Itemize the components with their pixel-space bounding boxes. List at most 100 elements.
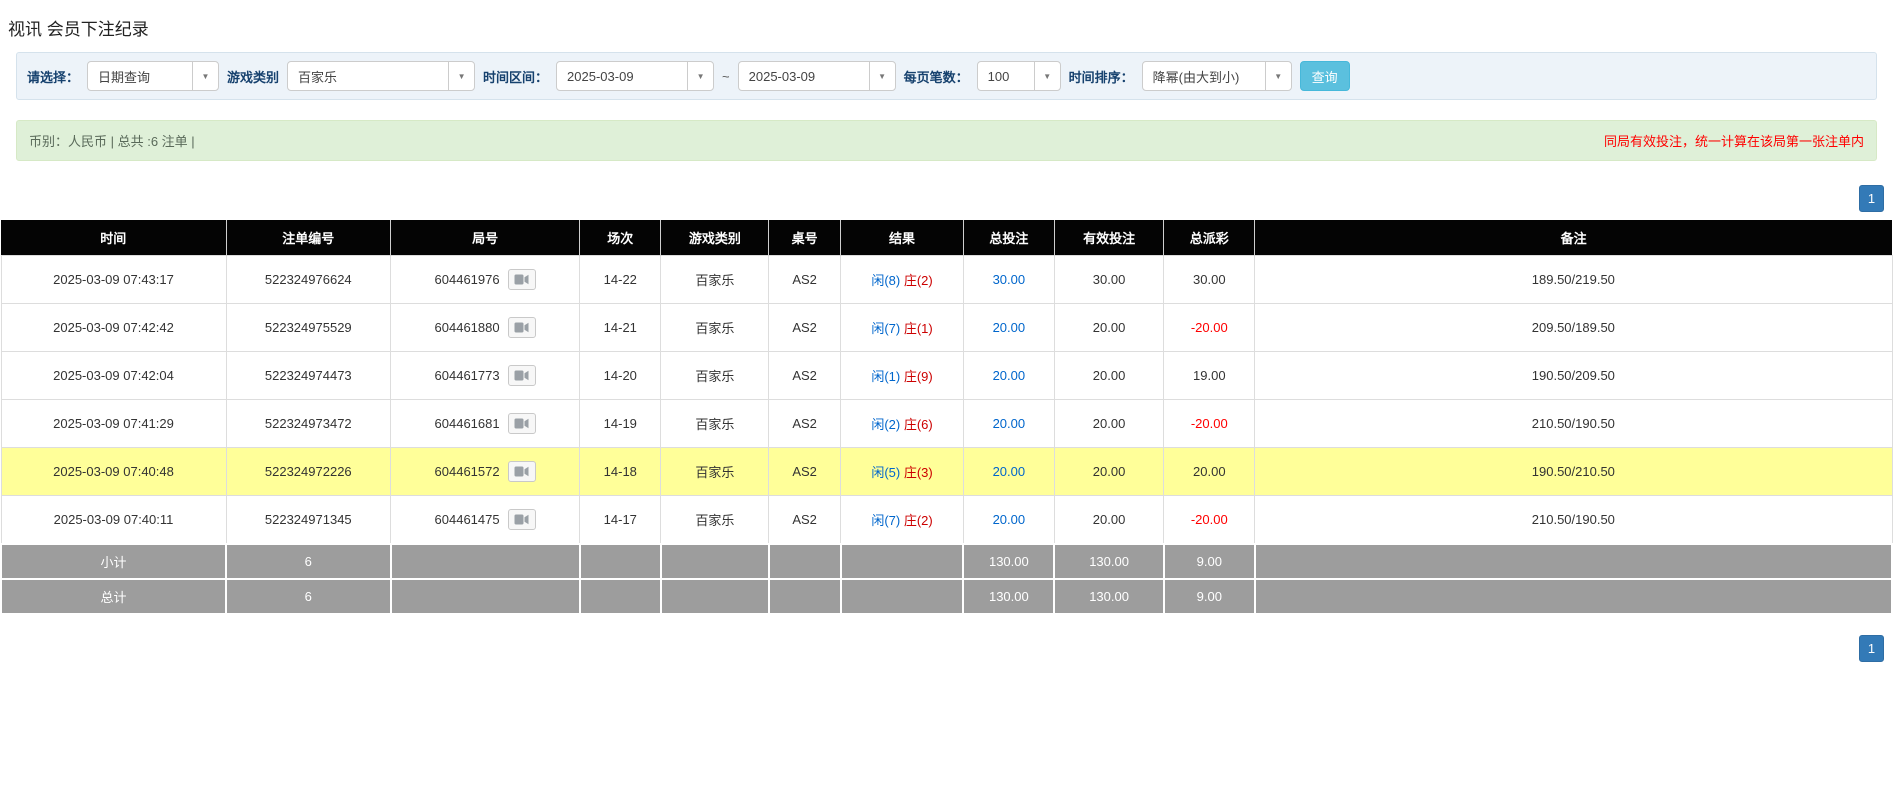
table-row: 2025-03-09 07:40:11 522324971345 604461475… xyxy=(0,495,1893,545)
game-type-select[interactable]: 百家乐 ▼ xyxy=(287,61,476,91)
chevron-down-icon: ▼ xyxy=(1033,62,1060,90)
cell-payout: -20.00 xyxy=(1163,495,1256,545)
date-range-label: 时间区间： xyxy=(483,69,549,85)
summary-valid-bet: 130.00 xyxy=(1053,578,1165,615)
column-header: 注单编号 xyxy=(225,220,391,256)
table-row: 2025-03-09 07:42:42 522324975529 604461880… xyxy=(0,303,1893,352)
cell-table-no: AS2 xyxy=(768,495,842,545)
cell-table-no: AS2 xyxy=(768,351,842,400)
page-size-value: 100 xyxy=(987,68,1010,84)
result-banker: 庄(2) xyxy=(903,513,933,528)
summary-row: 小计 6 130.00 130.00 9.00 xyxy=(0,543,1893,580)
date-to-select[interactable]: 2025-03-09 ▼ xyxy=(737,61,896,91)
column-header: 总派彩 xyxy=(1163,220,1255,256)
cell-table-no: AS2 xyxy=(768,447,842,496)
result-player: 闲(1) xyxy=(871,369,901,384)
cell-total-bet: 30.00 xyxy=(962,255,1055,304)
column-header: 总投注 xyxy=(962,220,1055,256)
cell-game-type: 百家乐 xyxy=(660,351,770,400)
cell-game-type: 百家乐 xyxy=(660,447,770,496)
result-player: 闲(8) xyxy=(871,273,901,288)
cell-session: 14-20 xyxy=(579,351,662,400)
cell-total-bet: 20.00 xyxy=(962,351,1055,400)
query-type-label: 请选择： xyxy=(27,69,80,85)
video-replay-icon[interactable] xyxy=(507,461,536,482)
cell-payout: -20.00 xyxy=(1163,303,1256,352)
cell-session: 14-21 xyxy=(579,303,662,352)
cell-time: 2025-03-09 07:43:17 xyxy=(0,255,227,304)
total-bet-link[interactable]: 20.00 xyxy=(993,464,1026,479)
summary-label: 小计 xyxy=(0,543,228,580)
cell-valid-bet: 30.00 xyxy=(1053,255,1165,304)
summary-valid-bet: 130.00 xyxy=(1053,543,1165,580)
result-banker: 庄(3) xyxy=(903,465,933,480)
cell-bet-id: 522324973472 xyxy=(225,399,392,448)
search-button[interactable]: 查询 xyxy=(1299,61,1350,91)
cell-round-id: 604461475 xyxy=(390,495,581,545)
cell-total-bet: 20.00 xyxy=(962,303,1055,352)
column-header: 结果 xyxy=(840,220,964,256)
page-number-button[interactable]: 1 xyxy=(1859,635,1884,662)
total-bet-link[interactable]: 20.00 xyxy=(993,368,1026,383)
cell-note: 210.50/190.50 xyxy=(1254,399,1893,448)
table-header-row: 时间 注单编号 局号 场次 游戏类别 桌号 结果 总投注 有效投注 总派彩 备注 xyxy=(1,220,1892,256)
cell-total-bet: 20.00 xyxy=(962,399,1055,448)
cell-session: 14-22 xyxy=(579,255,662,304)
video-replay-icon[interactable] xyxy=(507,509,536,530)
currency-total-text: 币别：人民币 | 总共 :6 注单 | xyxy=(29,134,195,149)
video-replay-icon[interactable] xyxy=(507,269,536,290)
summary-bar: 币别：人民币 | 总共 :6 注单 | 同局有效投注，统一计算在该局第一张注单内 xyxy=(16,120,1877,161)
cell-payout: 19.00 xyxy=(1163,351,1256,400)
cell-payout: -20.00 xyxy=(1163,399,1256,448)
video-replay-icon[interactable] xyxy=(507,413,536,434)
cell-result: 闲(7) 庄(2) xyxy=(840,495,964,545)
date-separator: ~ xyxy=(722,68,730,84)
query-type-value: 日期查询 xyxy=(98,69,151,85)
time-sort-select[interactable]: 降幂(由大到小) ▼ xyxy=(1141,61,1292,91)
result-player: 闲(5) xyxy=(871,465,901,480)
date-from-value: 2025-03-09 xyxy=(567,68,634,84)
pagination-bottom: 1 xyxy=(0,635,1893,662)
table-row: 2025-03-09 07:43:17 522324976624 604461976… xyxy=(0,255,1893,304)
page-number-button[interactable]: 1 xyxy=(1859,185,1884,212)
cell-payout: 20.00 xyxy=(1163,447,1256,496)
cell-table-no: AS2 xyxy=(768,303,842,352)
column-header: 备注 xyxy=(1254,220,1892,256)
result-banker: 庄(1) xyxy=(903,321,933,336)
cell-table-no: AS2 xyxy=(768,399,842,448)
summary-row: 总计 6 130.00 130.00 9.00 xyxy=(0,578,1893,615)
total-bet-link[interactable]: 20.00 xyxy=(993,512,1026,527)
video-replay-icon[interactable] xyxy=(507,317,536,338)
page-size-select[interactable]: 100 ▼ xyxy=(976,61,1061,91)
total-bet-link[interactable]: 30.00 xyxy=(993,272,1026,287)
date-from-select[interactable]: 2025-03-09 ▼ xyxy=(556,61,715,91)
total-bet-link[interactable]: 20.00 xyxy=(993,320,1026,335)
column-header: 时间 xyxy=(1,220,227,256)
cell-session: 14-17 xyxy=(579,495,662,545)
cell-time: 2025-03-09 07:42:42 xyxy=(0,303,227,352)
cell-round-id: 604461681 xyxy=(390,399,581,448)
column-header: 场次 xyxy=(579,220,661,256)
cell-game-type: 百家乐 xyxy=(660,255,770,304)
time-sort-value: 降幂(由大到小) xyxy=(1152,69,1240,85)
cell-time: 2025-03-09 07:42:04 xyxy=(0,351,227,400)
video-replay-icon[interactable] xyxy=(507,365,536,386)
summary-total-bet: 130.00 xyxy=(962,543,1056,580)
cell-time: 2025-03-09 07:41:29 xyxy=(0,399,227,448)
page-size-label: 每页笔数： xyxy=(903,69,969,85)
cell-bet-id: 522324974473 xyxy=(225,351,392,400)
cell-note: 209.50/189.50 xyxy=(1254,303,1893,352)
cell-total-bet: 20.00 xyxy=(962,447,1055,496)
query-type-select[interactable]: 日期查询 ▼ xyxy=(87,61,220,91)
cell-round-id: 604461880 xyxy=(390,303,581,352)
result-banker: 庄(9) xyxy=(903,369,933,384)
cell-session: 14-19 xyxy=(579,399,662,448)
summary-total-bet: 130.00 xyxy=(962,578,1056,615)
result-banker: 庄(2) xyxy=(903,273,933,288)
chevron-down-icon: ▼ xyxy=(1264,62,1291,90)
cell-total-bet: 20.00 xyxy=(962,495,1055,545)
cell-valid-bet: 20.00 xyxy=(1053,351,1165,400)
cell-time: 2025-03-09 07:40:48 xyxy=(0,447,227,496)
page-title: 视讯 会员下注纪录 xyxy=(8,20,149,39)
total-bet-link[interactable]: 20.00 xyxy=(993,416,1026,431)
